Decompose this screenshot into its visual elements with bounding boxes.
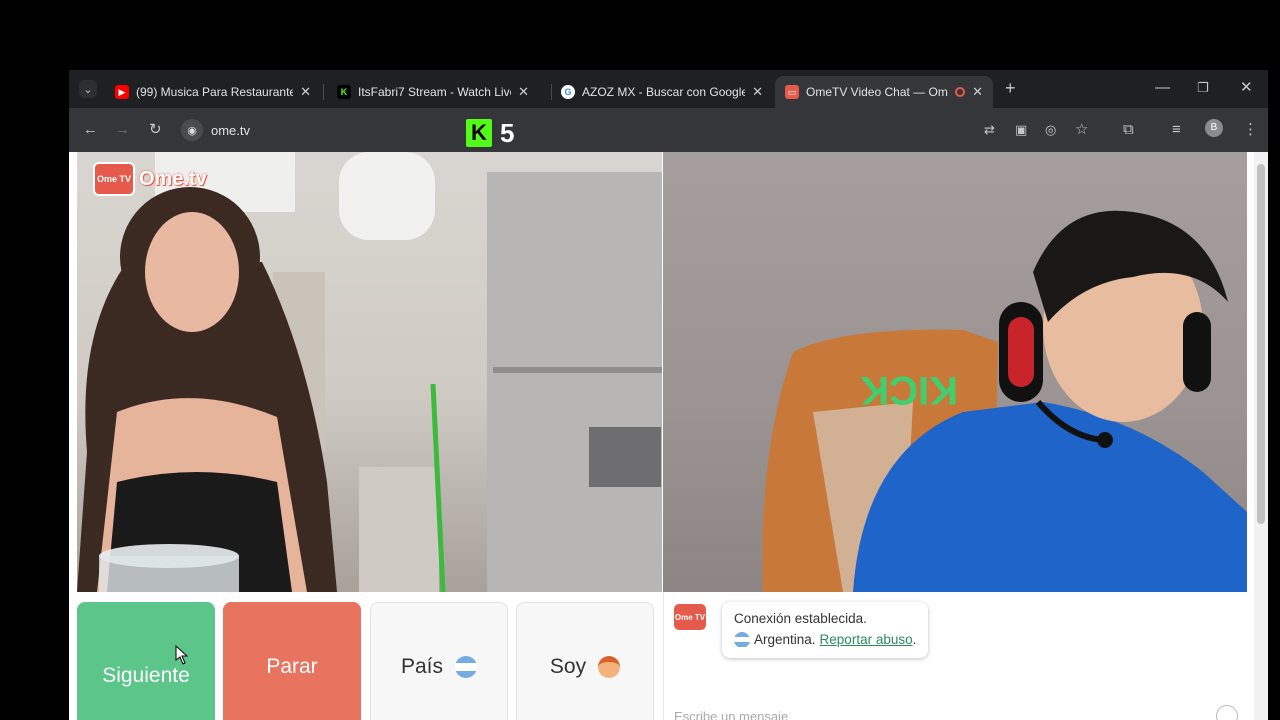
reload-icon[interactable]: ↻ bbox=[149, 120, 162, 140]
url-text: ome.tv bbox=[211, 122, 251, 138]
ometv-watermark: Ome TV Ome.tv bbox=[93, 162, 207, 196]
tab-title: (99) Musica Para Restaurante El bbox=[136, 85, 294, 99]
ometv-icon: ▭ bbox=[785, 85, 799, 99]
close-window-icon[interactable]: ✕ bbox=[1240, 78, 1253, 98]
close-icon[interactable]: ✕ bbox=[300, 84, 311, 100]
extensions-icon[interactable]: ⧉ bbox=[1123, 120, 1134, 140]
back-icon[interactable]: ← bbox=[83, 120, 98, 140]
tab-title: AZOZ MX - Buscar con Google bbox=[582, 85, 746, 99]
system-message: Conexión establecida. Argentina. Reporta… bbox=[722, 602, 929, 658]
tab-strip: ⌄ ▶ (99) Musica Para Restaurante El ✕ K … bbox=[69, 70, 1268, 108]
report-abuse-link[interactable]: Reportar abuso bbox=[820, 632, 913, 647]
tab-google[interactable]: G AZOZ MX - Buscar con Google ✕ bbox=[551, 76, 773, 108]
forward-icon[interactable]: → bbox=[115, 120, 130, 140]
close-icon[interactable]: ✕ bbox=[752, 84, 763, 100]
kick-logo-icon: K bbox=[466, 119, 492, 147]
scrollbar[interactable] bbox=[1254, 152, 1268, 720]
translate-icon[interactable]: ⇄ bbox=[984, 120, 995, 140]
close-icon[interactable]: ✕ bbox=[972, 84, 983, 100]
viewer-count: 5 bbox=[500, 117, 515, 148]
boy-avatar-icon bbox=[598, 656, 621, 678]
tab-ometv[interactable]: ▭ OmeTV Video Chat — Ome ✕ bbox=[775, 76, 993, 108]
argentina-flag-icon bbox=[455, 656, 478, 678]
stranger-video: Ome TV Ome.tv bbox=[77, 152, 662, 592]
youtube-icon: ▶ bbox=[115, 85, 129, 99]
emoji-icon[interactable] bbox=[1216, 705, 1238, 720]
partner-country: Argentina. bbox=[754, 632, 816, 647]
message-input[interactable]: Escribe un mensaje bbox=[674, 709, 788, 720]
gender-button[interactable]: Soy bbox=[516, 602, 654, 720]
tab-kick[interactable]: K ItsFabri7 Stream - Watch Live o ✕ bbox=[327, 76, 539, 108]
country-button[interactable]: País bbox=[370, 602, 508, 720]
tab-divider bbox=[323, 84, 324, 100]
tab-title: OmeTV Video Chat — Ome bbox=[806, 85, 949, 99]
argentina-flag-icon bbox=[734, 631, 750, 648]
tab-youtube[interactable]: ▶ (99) Musica Para Restaurante El ✕ bbox=[105, 76, 321, 108]
self-video: KICK bbox=[663, 152, 1247, 592]
country-line: Argentina. Reportar abuso. bbox=[734, 629, 916, 650]
country-button-label: País bbox=[400, 655, 444, 678]
ometv-logo-icon: Ome TV bbox=[93, 162, 135, 196]
address-bar[interactable]: ◉ ome.tv bbox=[181, 114, 481, 146]
toolbar: ← → ↻ ◉ ome.tv ⇄ ▣ ◎ ☆ ⧉ ≡ B ⋮ bbox=[69, 108, 1268, 152]
close-icon[interactable]: ✕ bbox=[518, 84, 529, 100]
minimize-icon[interactable]: — bbox=[1155, 78, 1170, 98]
hide-eye-icon[interactable]: ◎ bbox=[1045, 120, 1056, 140]
google-icon: G bbox=[561, 85, 575, 99]
gender-button-label: Soy bbox=[549, 655, 587, 678]
profile-avatar[interactable]: B bbox=[1205, 119, 1223, 137]
scrollbar-thumb[interactable] bbox=[1257, 164, 1265, 524]
menu-icon[interactable]: ⋮ bbox=[1243, 120, 1258, 140]
stop-button-label: Parar bbox=[266, 655, 318, 678]
self-video-scene: KICK bbox=[762, 210, 1247, 592]
ometv-logo-text: Ome.tv bbox=[139, 167, 207, 190]
svg-text:KICK: KICK bbox=[860, 368, 958, 412]
cursor-icon bbox=[175, 644, 188, 665]
stranger-video-scene bbox=[77, 152, 662, 592]
kick-icon: K bbox=[337, 85, 351, 99]
stop-button[interactable]: Parar bbox=[223, 602, 361, 720]
restore-icon[interactable]: ❐ bbox=[1197, 78, 1209, 98]
connection-status: Conexión establecida. bbox=[734, 611, 867, 626]
browser-window: ⌄ ▶ (99) Musica Para Restaurante El ✕ K … bbox=[69, 70, 1268, 720]
report-suffix: . bbox=[912, 632, 917, 647]
ometv-avatar-icon: Ome TV bbox=[674, 604, 706, 630]
tab-search-icon[interactable]: ⌄ bbox=[79, 80, 97, 98]
bookmark-star-icon[interactable]: ☆ bbox=[1075, 120, 1088, 140]
recording-icon bbox=[955, 87, 966, 97]
site-info-icon[interactable]: ◉ bbox=[181, 119, 203, 141]
tab-title: ItsFabri7 Stream - Watch Live o bbox=[358, 85, 512, 99]
page-content: Ome TV Ome.tv KICK Siguiente Parar País … bbox=[69, 152, 1268, 720]
media-control-icon[interactable]: ≡ bbox=[1172, 120, 1181, 140]
chat-panel: Ome TV Conexión establecida. Argentina. … bbox=[663, 592, 1248, 720]
new-tab-icon[interactable]: + bbox=[1005, 78, 1016, 98]
install-icon[interactable]: ▣ bbox=[1015, 120, 1027, 140]
next-button[interactable]: Siguiente bbox=[77, 602, 215, 720]
kick-viewer-overlay: K 5 bbox=[466, 116, 514, 150]
